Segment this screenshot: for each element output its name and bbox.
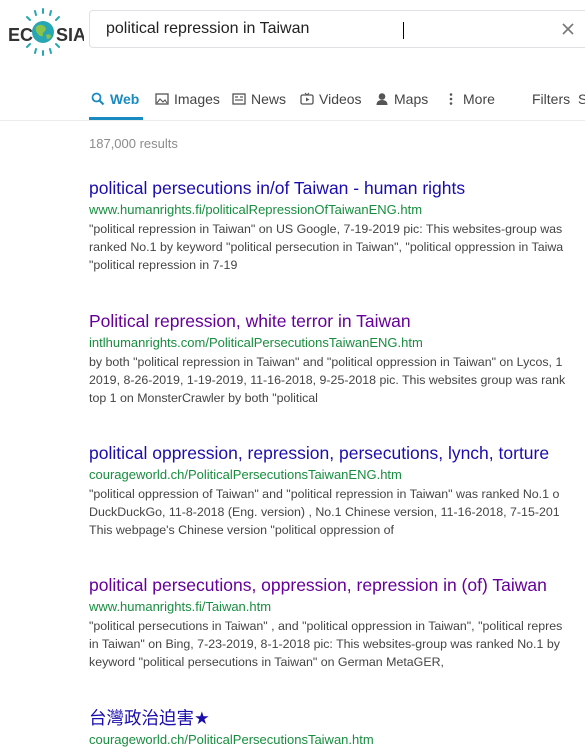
result-url[interactable]: www.humanrights.fi/Taiwan.htm	[89, 599, 585, 615]
active-tab-indicator	[89, 117, 143, 120]
results-count: 187,000 results	[89, 136, 178, 151]
tab-label: Maps	[394, 91, 429, 107]
result-url[interactable]: courageworld.ch/PoliticalPersecutionsTai…	[89, 467, 585, 483]
tab-label: Images	[174, 91, 220, 107]
tab-news[interactable]: News	[232, 88, 286, 110]
result-snippet: by both "political repression in Taiwan"…	[89, 353, 585, 407]
settings-button[interactable]: S	[578, 88, 585, 110]
svg-text:SIA: SIA	[56, 25, 84, 45]
ecosia-logo[interactable]: EC SIA	[6, 5, 84, 59]
search-input[interactable]	[106, 11, 546, 47]
search-result: political persecutions, oppression, repr…	[89, 574, 585, 671]
snippet-line: top 1 on MonsterCrawler by both "politic…	[89, 391, 318, 405]
search-icon	[91, 92, 105, 106]
filters-label: Filters	[532, 91, 571, 107]
search-box	[89, 10, 585, 48]
search-result: Political repression, white terror in Ta…	[89, 310, 585, 407]
result-title-link[interactable]: 台灣政治迫害★	[89, 707, 585, 729]
search-result: political persecutions in/of Taiwan - hu…	[89, 177, 585, 274]
news-icon	[232, 93, 246, 105]
snippet-line: "political persecutions in Taiwan" , and…	[89, 619, 563, 633]
result-url[interactable]: www.humanrights.fi/politicalRepressionOf…	[89, 202, 585, 218]
tab-label: Web	[110, 91, 140, 107]
tab-more[interactable]: More	[444, 88, 495, 110]
result-url[interactable]: courageworld.ch/PoliticalPersecutionsTai…	[89, 732, 585, 748]
result-snippet: "political oppression of Taiwan" and "po…	[89, 485, 585, 539]
svg-text:EC: EC	[8, 25, 33, 45]
result-title-link[interactable]: political persecutions, oppression, repr…	[89, 574, 585, 596]
search-tabs: Web Images News Videos Maps More Filters…	[0, 80, 585, 121]
search-result: political oppression, repression, persec…	[89, 442, 585, 539]
tab-label: More	[463, 91, 495, 107]
snippet-line: 2019, 8-26-2019, 1-19-2019, 11-16-2018, …	[89, 373, 566, 387]
clear-search-icon[interactable]	[560, 21, 576, 37]
tab-videos[interactable]: Videos	[300, 88, 362, 110]
snippet-line: "political oppression of Taiwan" and "po…	[89, 487, 560, 501]
result-title-link[interactable]: political oppression, repression, persec…	[89, 442, 585, 464]
snippet-line: "political repression in 7-19	[89, 258, 238, 272]
tab-maps[interactable]: Maps	[375, 88, 428, 110]
map-pin-icon	[376, 93, 388, 105]
page: EC SIA Web Images	[0, 0, 585, 755]
tab-label: Videos	[319, 91, 362, 107]
snippet-line: ranked No.1 by keyword "political persec…	[89, 240, 564, 254]
filters-button[interactable]: Filters	[532, 88, 570, 110]
snippet-line: by both "political repression in Taiwan"…	[89, 355, 563, 369]
result-snippet: "political repression in Taiwan" on US G…	[89, 220, 585, 274]
snippet-line: This webpage's Chinese version "politica…	[89, 523, 394, 537]
result-url[interactable]: intlhumanrights.com/PoliticalPersecution…	[89, 335, 585, 351]
result-snippet: "political persecutions in Taiwan" , and…	[89, 617, 585, 671]
tab-web[interactable]: Web	[91, 88, 139, 110]
snippet-line: keyword "political persecutions in Taiwa…	[89, 655, 444, 669]
search-result: 台灣政治迫害★ courageworld.ch/PoliticalPersecu…	[89, 707, 585, 748]
snippet-line: DuckDuckGo, 11-8-2018 (Eng. version) , N…	[89, 505, 560, 519]
result-title-link[interactable]: Political repression, white terror in Ta…	[89, 310, 585, 332]
text-caret	[403, 22, 404, 39]
result-title-link[interactable]: political persecutions in/of Taiwan - hu…	[89, 177, 585, 199]
video-icon	[300, 92, 314, 105]
tab-images[interactable]: Images	[155, 88, 220, 110]
settings-label: S	[578, 91, 585, 107]
tab-label: News	[251, 91, 287, 107]
snippet-line: "political repression in Taiwan" on US G…	[89, 222, 563, 236]
more-dots-icon	[449, 93, 453, 105]
snippet-line: in Taiwan" on Bing, 7-23-2019, 8-1-2018 …	[89, 637, 560, 651]
image-icon	[155, 93, 169, 105]
